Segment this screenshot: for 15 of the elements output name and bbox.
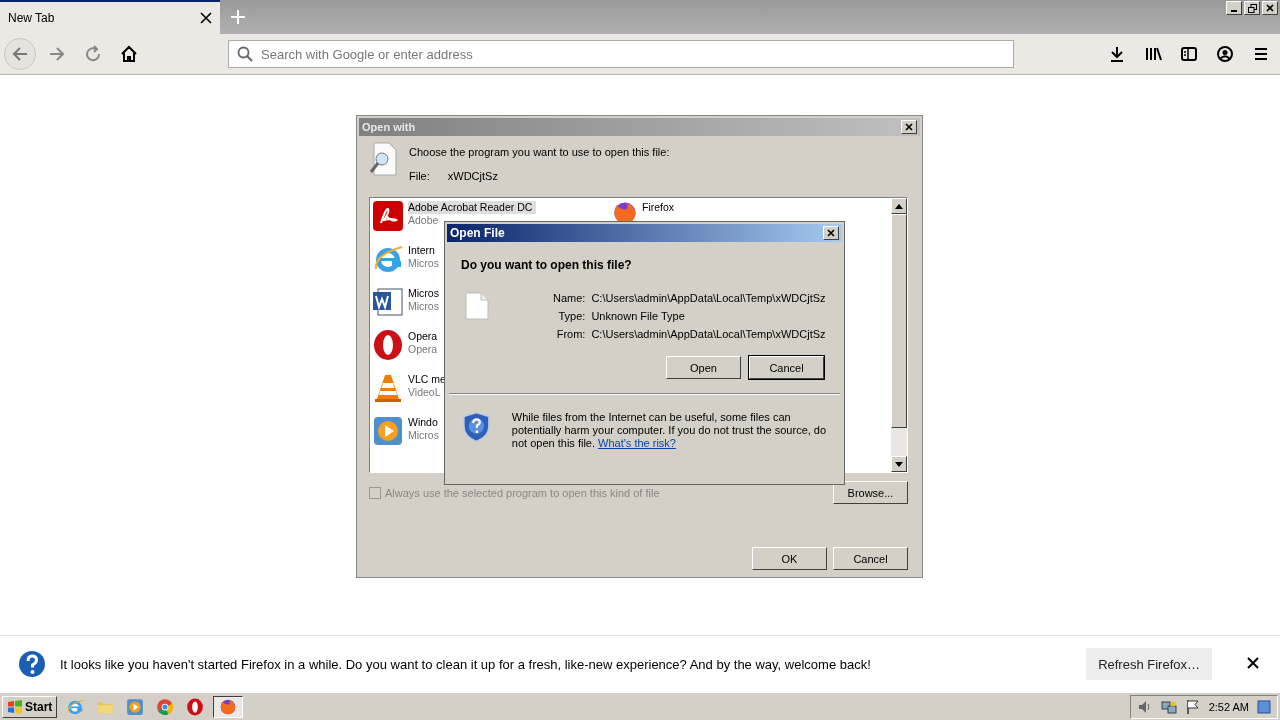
warning-text: While files from the Internet can be useful, some files can potentially harm your computer. If you do not trust the source, do not open this file. What's the risk? [511,411,828,450]
dialog-title: Open File [450,226,505,240]
field-label: From: [555,328,586,340]
notification-message: It looks like you haven't started Firefox in a while. Do you want to clean it up for a fresh, like-new experience? And by the way, welcome back! [60,656,871,672]
clock: 2:52 AM [1208,700,1249,713]
field-value: C:\Users\admin\AppData\Local\Temp\xWDCjtSz [591,292,826,304]
file-label: File: [409,170,430,182]
dialog-question: Do you want to open this file? [460,257,633,272]
file-name: xWDCjtSz [447,170,498,182]
dialog-title: Open with [362,121,416,133]
field-value: Unknown File Type [591,310,686,322]
field-label: Name: [553,292,586,304]
prompt-text: Choose the program you want to use to open this file: [409,146,670,158]
field-value: C:\Users\admin\AppData\Local\Temp\xWDCjtSz [591,328,826,340]
field-label: Type: [557,310,586,322]
